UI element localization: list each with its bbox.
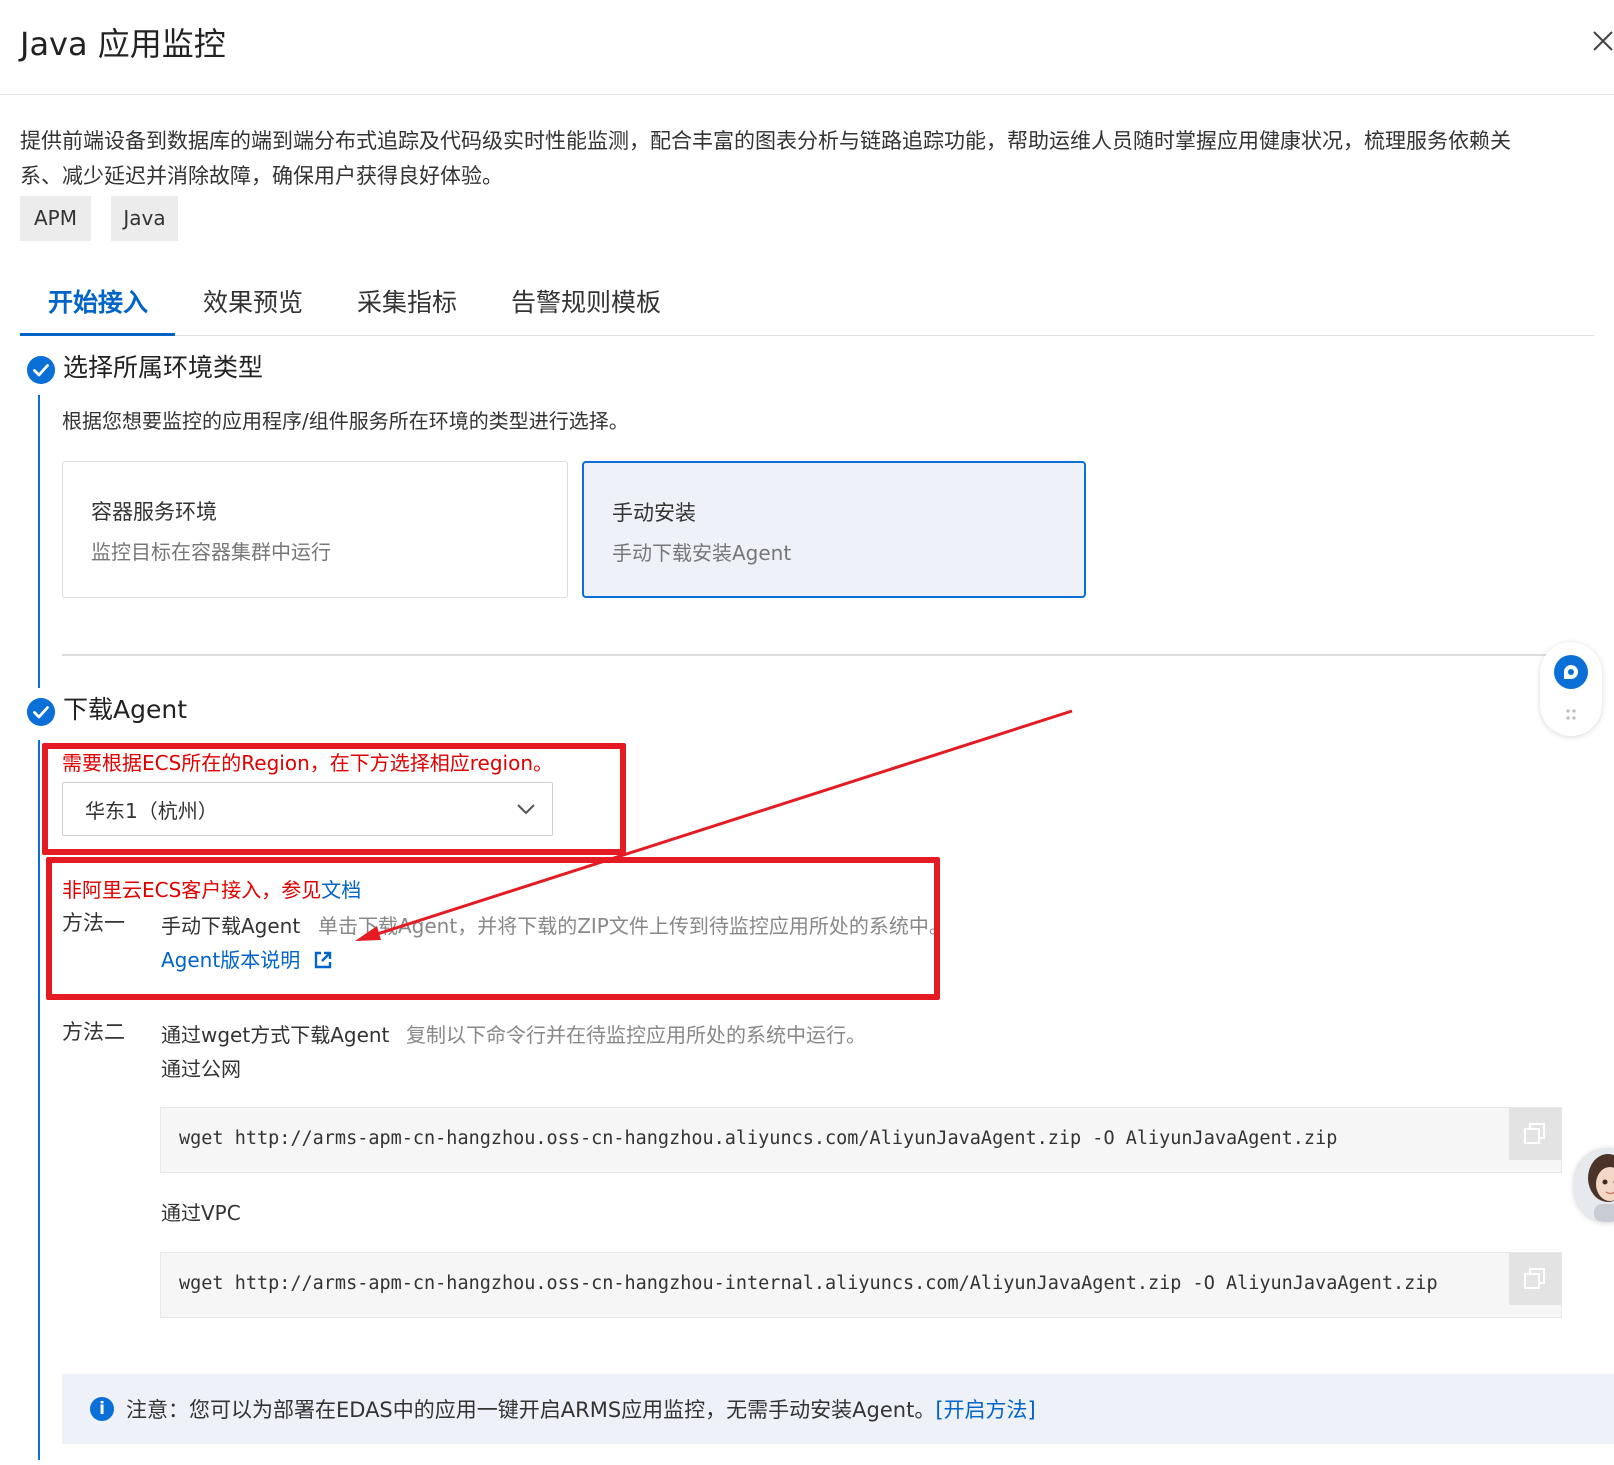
chat-bubble-icon[interactable]	[1553, 654, 1589, 690]
floating-toolbar	[1540, 642, 1602, 736]
drag-handle-icon[interactable]	[1563, 708, 1579, 722]
annotation-arrow	[355, 709, 1073, 941]
